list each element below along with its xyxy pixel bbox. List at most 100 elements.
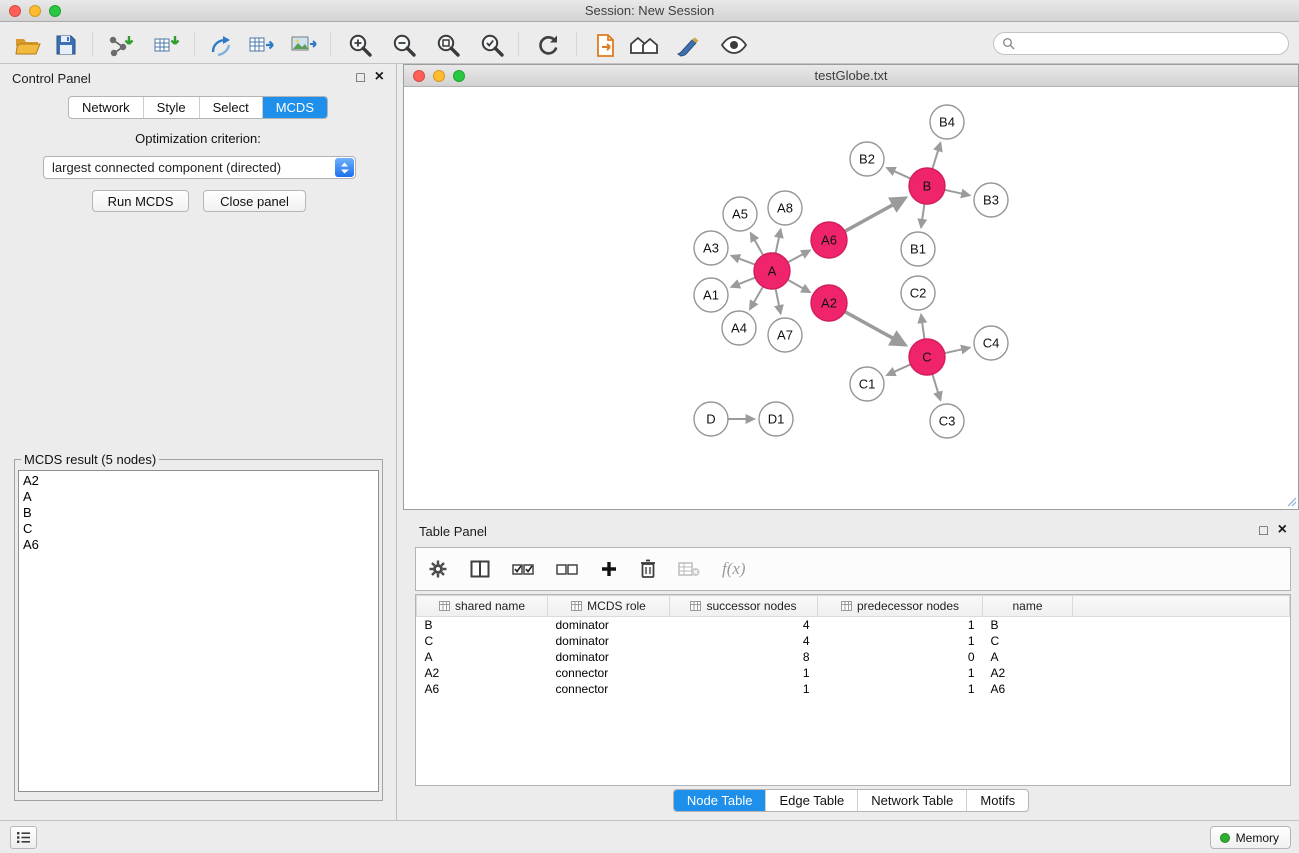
column-header-shared-name[interactable]: shared name <box>417 596 548 617</box>
network-zoom-button[interactable] <box>453 70 465 82</box>
graph-node-A7[interactable]: A7 <box>768 318 802 352</box>
apply-layout-button[interactable] <box>532 30 564 60</box>
graph-node-A5[interactable]: A5 <box>723 197 757 231</box>
open-document-button[interactable] <box>590 30 622 60</box>
graph-node-C4[interactable]: C4 <box>974 326 1008 360</box>
float-panel-icon[interactable]: □ <box>1259 522 1267 538</box>
search-input[interactable] <box>1020 37 1280 51</box>
graph-edge-A-A3[interactable] <box>732 256 758 266</box>
search-box[interactable] <box>993 32 1289 55</box>
column-header-predecessor-nodes[interactable]: predecessor nodes <box>818 596 983 617</box>
close-panel-icon[interactable]: × <box>375 69 384 85</box>
tab-motifs[interactable]: Motifs <box>966 790 1028 811</box>
resize-grip-icon[interactable] <box>1285 495 1297 507</box>
tab-style[interactable]: Style <box>143 97 199 118</box>
criterion-dropdown[interactable]: largest connected component (directed) <box>43 156 356 179</box>
show-hide-button[interactable] <box>718 30 750 60</box>
graph-node-A[interactable]: A <box>754 253 790 289</box>
graph-node-A4[interactable]: A4 <box>722 311 756 345</box>
mcds-result-list[interactable]: A2ABCA6 <box>18 470 379 792</box>
close-panel-button[interactable]: Close panel <box>203 190 306 212</box>
table-row[interactable]: Adominator80A <box>417 649 1290 665</box>
graph-edge-C-C1[interactable] <box>887 363 913 375</box>
delete-column-button[interactable] <box>640 557 656 581</box>
table-row[interactable]: A6connector11A6 <box>417 681 1290 697</box>
show-columns-button[interactable] <box>470 557 490 581</box>
style-brush-button[interactable] <box>672 30 704 60</box>
graph-edge-A-A5[interactable] <box>751 233 765 258</box>
show-panels-button[interactable] <box>10 826 37 849</box>
column-header-mcds-role[interactable]: MCDS role <box>548 596 670 617</box>
export-network-button[interactable] <box>206 30 238 60</box>
graph-node-B[interactable]: B <box>909 168 945 204</box>
close-panel-icon[interactable]: × <box>1278 522 1287 538</box>
table-row[interactable]: Cdominator41C <box>417 633 1290 649</box>
mcds-result-item[interactable]: A2 <box>23 473 374 489</box>
graph-node-D[interactable]: D <box>694 402 728 436</box>
export-table-button[interactable] <box>246 30 278 60</box>
table-row[interactable]: A2connector11A2 <box>417 665 1290 681</box>
graph-edge-A-A4[interactable] <box>750 284 765 309</box>
tab-edge-table[interactable]: Edge Table <box>765 790 857 811</box>
graph-node-B3[interactable]: B3 <box>974 183 1008 217</box>
import-table-button[interactable] <box>150 30 182 60</box>
graph-node-A6[interactable]: A6 <box>811 222 847 258</box>
graph-edge-B-B4[interactable] <box>932 143 941 172</box>
network-close-button[interactable] <box>413 70 425 82</box>
first-neighbors-button[interactable] <box>628 30 660 60</box>
graph-edge-A-A7[interactable] <box>775 286 781 314</box>
graph-edge-C-C3[interactable] <box>932 371 941 400</box>
add-column-button[interactable] <box>600 557 618 581</box>
memory-button[interactable]: Memory <box>1210 826 1291 849</box>
mcds-result-item[interactable]: A6 <box>23 537 374 553</box>
close-window-button[interactable] <box>9 5 21 17</box>
graph-node-C3[interactable]: C3 <box>930 404 964 438</box>
column-header-name[interactable]: name <box>983 596 1073 617</box>
graph-node-B1[interactable]: B1 <box>901 232 935 266</box>
tab-network-table[interactable]: Network Table <box>857 790 966 811</box>
graph-node-C2[interactable]: C2 <box>901 276 935 310</box>
tab-select[interactable]: Select <box>199 97 262 118</box>
export-image-button[interactable] <box>288 30 320 60</box>
run-mcds-button[interactable]: Run MCDS <box>92 190 189 212</box>
mcds-result-item[interactable]: A <box>23 489 374 505</box>
graph-node-D1[interactable]: D1 <box>759 402 793 436</box>
graph-edge-A-A2[interactable] <box>785 278 810 292</box>
table-settings-button[interactable] <box>428 557 448 581</box>
graph-node-A2[interactable]: A2 <box>811 285 847 321</box>
select-all-button[interactable] <box>512 557 534 581</box>
mcds-result-item[interactable]: C <box>23 521 374 537</box>
table-row[interactable]: Bdominator41B <box>417 617 1290 633</box>
network-minimize-button[interactable] <box>433 70 445 82</box>
zoom-window-button[interactable] <box>49 5 61 17</box>
save-session-button[interactable] <box>50 30 82 60</box>
graph-edge-B-B2[interactable] <box>887 168 913 180</box>
zoom-selected-button[interactable] <box>476 30 508 60</box>
deselect-all-button[interactable] <box>556 557 578 581</box>
graph-node-A8[interactable]: A8 <box>768 191 802 225</box>
mcds-result-item[interactable]: B <box>23 505 374 521</box>
graph-edge-A-A6[interactable] <box>785 251 810 264</box>
zoom-in-button[interactable] <box>344 30 376 60</box>
float-panel-icon[interactable]: □ <box>356 69 364 85</box>
import-network-button[interactable] <box>104 30 136 60</box>
function-builder-button[interactable]: f(x) <box>722 557 746 581</box>
tab-mcds[interactable]: MCDS <box>262 97 327 118</box>
minimize-window-button[interactable] <box>29 5 41 17</box>
tab-node-table[interactable]: Node Table <box>674 790 766 811</box>
delete-table-button[interactable] <box>678 557 700 581</box>
graph-edge-C-C4[interactable] <box>942 348 970 354</box>
graph-edge-C-C2[interactable] <box>921 315 925 342</box>
open-session-button[interactable] <box>12 30 44 60</box>
graph-edge-A-A8[interactable] <box>775 230 781 257</box>
graph-node-A1[interactable]: A1 <box>694 278 728 312</box>
graph-node-B2[interactable]: B2 <box>850 142 884 176</box>
graph-edge-A2-C[interactable] <box>842 310 905 345</box>
graph-node-B4[interactable]: B4 <box>930 105 964 139</box>
zoom-fit-button[interactable] <box>432 30 464 60</box>
graph-edge-B-B1[interactable] <box>921 201 925 227</box>
tab-network[interactable]: Network <box>69 97 143 118</box>
zoom-out-button[interactable] <box>388 30 420 60</box>
network-canvas[interactable]: B4B2BB3A5A8A6B1A3AC2A1A2A4A7C4CC1C3DD1 <box>404 87 1298 508</box>
column-header-successor-nodes[interactable]: successor nodes <box>670 596 818 617</box>
